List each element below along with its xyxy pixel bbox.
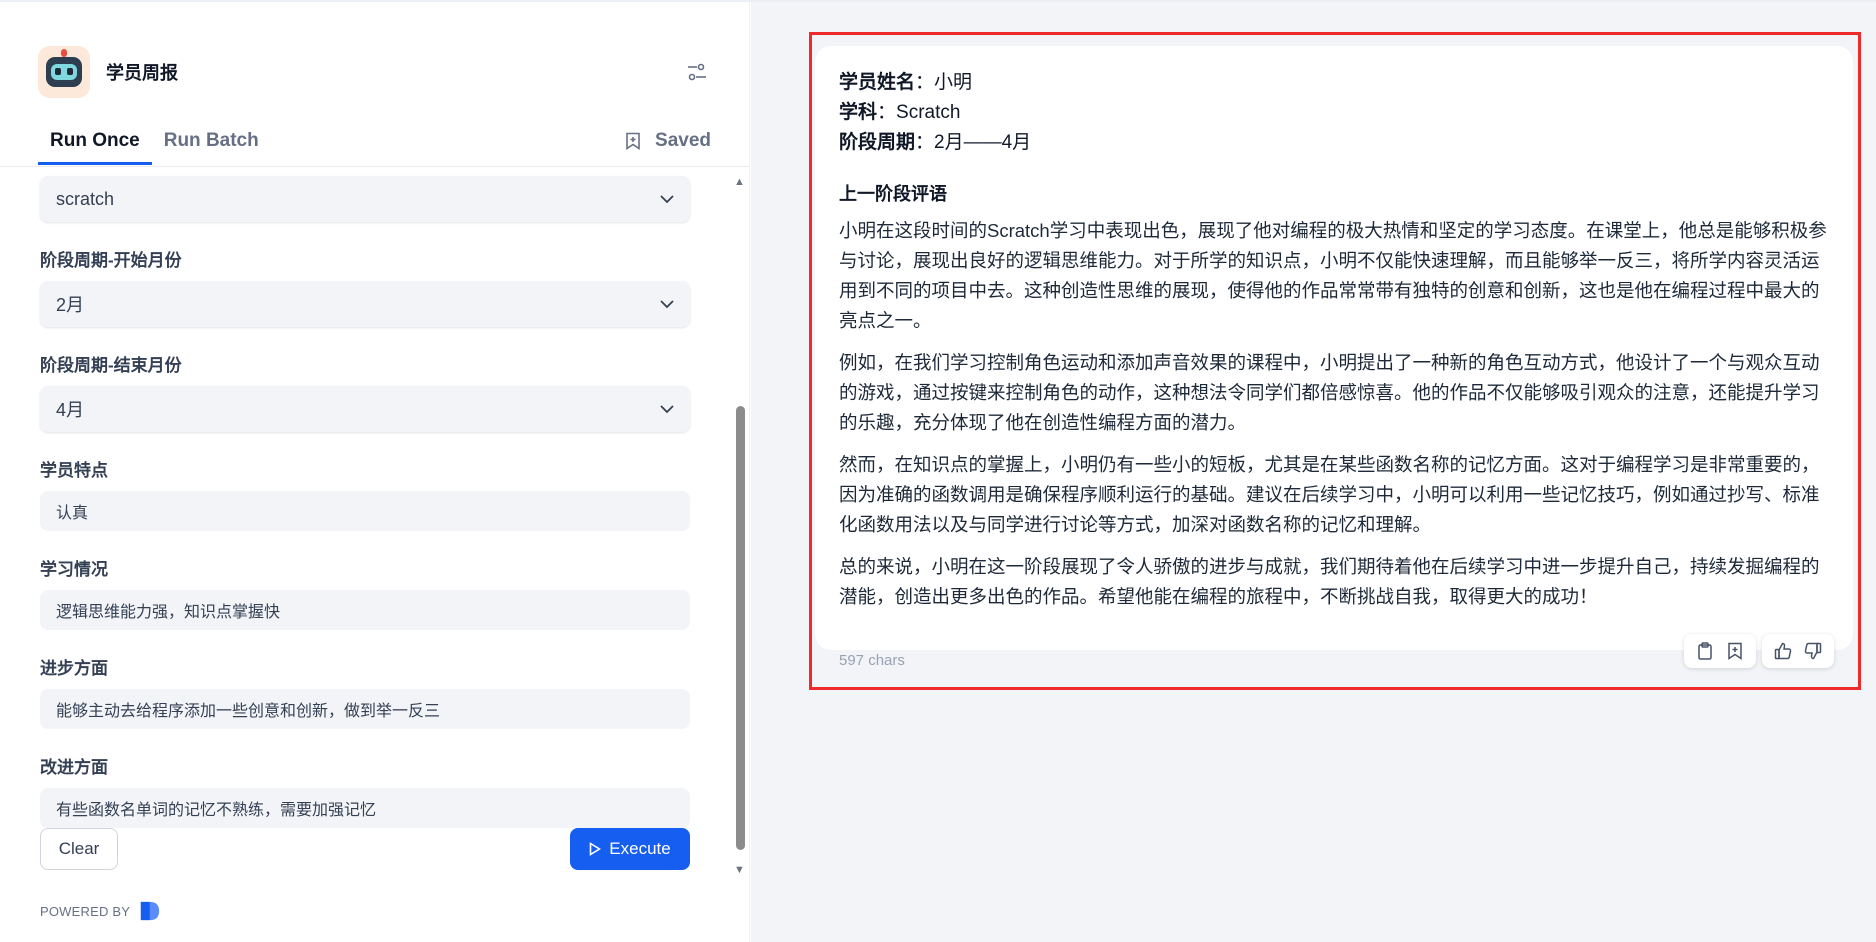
end-month-value: 4月: [56, 400, 85, 420]
app-header: 学员周报: [38, 44, 711, 100]
start-month-select[interactable]: 2月: [40, 281, 690, 327]
learning-input[interactable]: 逻辑思维能力强，知识点掌握快: [40, 590, 690, 630]
copy-save-toolbar: [1684, 634, 1756, 668]
clear-button[interactable]: Clear: [40, 828, 118, 870]
start-month-value: 2月: [56, 295, 85, 315]
app-window: 学员周报 Run Once Run Batch Saved scratch 阶段…: [0, 0, 1876, 942]
form-scrollbar[interactable]: ▲ ▼: [734, 176, 746, 876]
subject-line: 学科：Scratch: [839, 98, 1829, 128]
trait-input[interactable]: 认真: [40, 491, 690, 531]
trait-label: 学员特点: [40, 461, 108, 480]
dislike-button[interactable]: [1798, 636, 1828, 666]
thumbs-down-icon: [1804, 642, 1822, 660]
powered-by: POWERED BY: [40, 900, 160, 922]
thumbs-up-icon: [1774, 642, 1792, 660]
comment-paragraph: 然而，在知识点的掌握上，小明仍有一些小的短板，尤其是在某些函数名称的记忆方面。这…: [839, 454, 1820, 535]
chevron-down-icon: [660, 404, 674, 413]
comment-section-title: 上一阶段评语: [839, 184, 947, 204]
comment-paragraph: 总的来说，小明在这一阶段展现了令人骄傲的进步与成就，我们期待着他在后续学习中进一…: [839, 556, 1820, 607]
robot-app-icon: [38, 46, 90, 98]
app-title: 学员周报: [106, 63, 178, 83]
char-count: 597 chars: [839, 652, 905, 669]
bookmark-add-icon: [1728, 642, 1742, 660]
subject-value: ：Scratch: [877, 102, 961, 123]
bookmark-icon: [626, 132, 640, 150]
brand-logo-icon: [140, 901, 160, 921]
progress-input[interactable]: 能够主动去给程序添加一些创意和创新，做到举一反三: [40, 689, 690, 729]
student-name-label: 学员姓名: [839, 72, 916, 93]
execute-label: Execute: [609, 839, 671, 858]
powered-by-label: POWERED BY: [40, 903, 131, 919]
save-result-button[interactable]: [1720, 636, 1750, 666]
student-name-value: ：小明: [915, 72, 973, 93]
start-month-label: 阶段周期-开始月份: [40, 251, 182, 270]
copy-button[interactable]: [1690, 636, 1720, 666]
improve-label: 改进方面: [40, 758, 108, 777]
chevron-down-icon: [660, 194, 674, 203]
learning-label: 学习情况: [40, 560, 108, 579]
student-name-line: 学员姓名：小明: [839, 68, 1829, 98]
period-line: 阶段周期：2月——4月: [839, 128, 1829, 158]
end-month-select[interactable]: 4月: [40, 386, 690, 432]
like-button[interactable]: [1768, 636, 1798, 666]
scrollbar-thumb[interactable]: [736, 406, 745, 850]
subject-label: 学科: [839, 102, 878, 123]
saved-button[interactable]: Saved: [625, 130, 711, 152]
execute-button[interactable]: Execute: [570, 828, 690, 870]
subject-select[interactable]: scratch: [40, 176, 690, 222]
tab-divider: [0, 166, 750, 167]
input-form: scratch 阶段周期-开始月份 2月 阶段周期-结束月份 4月 学员特点 认…: [40, 176, 690, 828]
progress-label: 进步方面: [40, 659, 108, 678]
chevron-down-icon: [660, 299, 674, 308]
play-icon: [589, 842, 602, 856]
comment-paragraph: 例如，在我们学习控制角色运动和添加声音效果的课程中，小明提出了一种新的角色互动方…: [839, 352, 1820, 433]
input-panel: 学员周报 Run Once Run Batch Saved scratch 阶段…: [0, 2, 750, 942]
scroll-up-arrow-icon[interactable]: ▲: [734, 176, 745, 188]
clipboard-icon: [1698, 642, 1712, 660]
saved-label: Saved: [655, 130, 711, 151]
improve-input[interactable]: 有些函数名单词的记忆不熟练，需要加强记忆: [40, 788, 690, 828]
tab-run-once[interactable]: Run Once: [38, 122, 152, 165]
tab-run-batch[interactable]: Run Batch: [152, 122, 271, 162]
tab-bar: Run Once Run Batch Saved: [38, 122, 711, 166]
output-panel: 学员姓名：小明 学科：Scratch 阶段周期：2月——4月 上一阶段评语 小明…: [751, 2, 1876, 942]
comment-paragraph: 小明在这段时间的Scratch学习中表现出色，展现了他对编程的极大热情和坚定的学…: [839, 220, 1827, 331]
end-month-label: 阶段周期-结束月份: [40, 356, 182, 375]
period-label: 阶段周期: [839, 132, 916, 153]
scroll-down-arrow-icon[interactable]: ▼: [734, 864, 745, 876]
result-card: 学员姓名：小明 学科：Scratch 阶段周期：2月——4月 上一阶段评语 小明…: [815, 46, 1853, 650]
period-value: ：2月——4月: [915, 132, 1032, 153]
settings-sliders-icon[interactable]: [683, 58, 711, 86]
subject-select-value: scratch: [56, 188, 115, 209]
feedback-toolbar: [1762, 634, 1834, 668]
form-actions: Clear Execute: [40, 828, 690, 870]
